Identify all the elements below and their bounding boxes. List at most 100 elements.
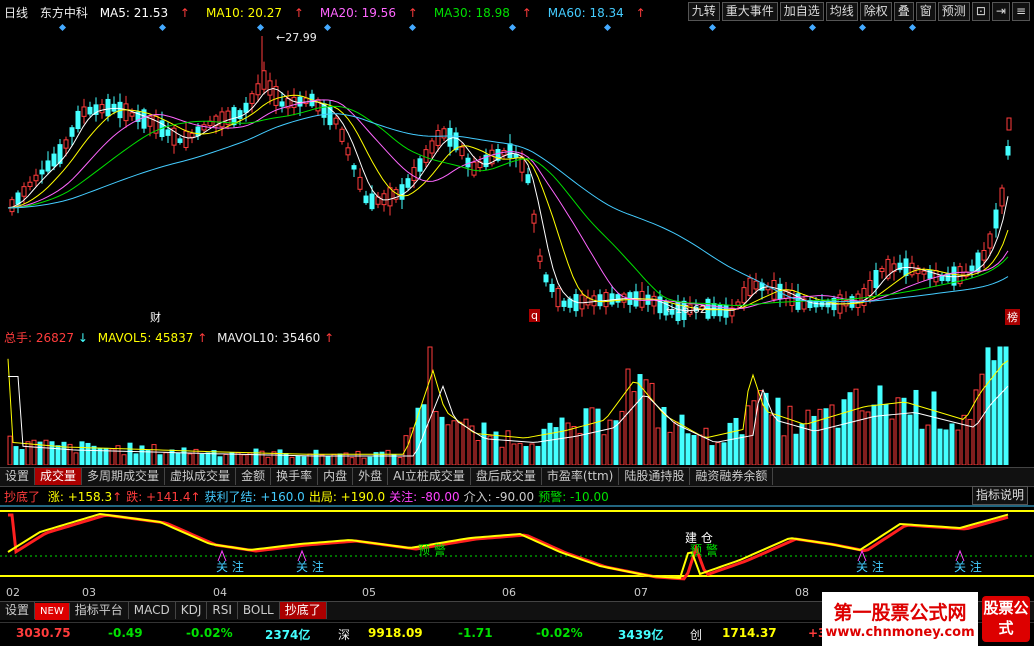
volume-tab[interactable]: 融资融券余额 — [690, 468, 774, 485]
volume-tab[interactable]: 金额 — [236, 468, 272, 485]
volume-bar — [787, 405, 793, 465]
volume-bar — [511, 443, 517, 465]
candle — [459, 146, 465, 157]
volume-bar — [151, 444, 157, 465]
volume-bar — [667, 431, 673, 465]
volume-tab[interactable]: 虚拟成交量 — [165, 468, 237, 485]
volume-bar — [601, 434, 607, 465]
indicator-tab[interactable]: 设置 — [0, 602, 36, 619]
candle — [75, 110, 81, 130]
event-diamond — [323, 23, 332, 32]
volume-tab[interactable]: 外盘 — [353, 468, 389, 485]
volume-bar — [793, 433, 799, 465]
indicator-tab[interactable]: RSI — [207, 602, 238, 619]
header-button[interactable]: 均线 — [825, 2, 858, 21]
header-button[interactable]: 重大事件 — [721, 2, 778, 21]
indicator-tab[interactable]: MACD — [129, 602, 176, 619]
volume-tab[interactable]: AI立桩成交量 — [388, 468, 471, 485]
exit-icon[interactable]: ⇥ — [991, 2, 1010, 21]
financial-marker[interactable]: 财 — [150, 309, 161, 325]
volume-tab[interactable]: 换手率 — [271, 468, 319, 485]
cy-index[interactable]: 1714.37 — [722, 626, 777, 640]
candle — [921, 270, 927, 275]
ma5-line — [7, 88, 1009, 312]
indicator-tab[interactable]: 抄底了 — [279, 602, 327, 619]
volume-bar — [871, 404, 877, 465]
watermark-badge: 股票公式 — [982, 596, 1030, 642]
volume-bar — [835, 427, 841, 465]
candle — [87, 106, 93, 115]
header-button[interactable]: 叠 — [893, 2, 914, 21]
volume-bar — [865, 411, 871, 465]
candle — [99, 104, 105, 114]
candlestick-chart[interactable] — [0, 22, 1034, 328]
window-icon[interactable]: ⊡ — [971, 2, 990, 21]
volume-bar — [121, 454, 127, 465]
volume-bar — [805, 409, 811, 465]
watermark-url: www.chnmoney.com — [825, 625, 975, 640]
volume-bar — [679, 414, 685, 465]
header-button[interactable]: 九转 — [687, 2, 720, 21]
ma-item: MA20: 19.56 ↑ — [319, 6, 418, 20]
volume-bar — [685, 433, 691, 465]
event-diamond — [858, 23, 867, 32]
volume-tab[interactable]: 盘后成交量 — [471, 468, 542, 485]
header-button[interactable]: 加自选 — [779, 2, 824, 21]
volume-bar — [895, 397, 901, 465]
volume-chart[interactable] — [0, 345, 1034, 465]
candle — [123, 103, 129, 122]
volume-bar — [7, 435, 13, 465]
ma-legend: 日线 东方中科 MA5: 21.53 ↑ MA10: 20.27 ↑ MA20: 1… — [4, 4, 670, 21]
total-volume: 总手: 26827 ↓ — [4, 331, 88, 345]
volume-bar — [943, 429, 949, 465]
indicator-tab[interactable]: 指标平台 — [70, 602, 129, 619]
volume-bar — [961, 414, 967, 465]
menu-icon[interactable]: ≡ — [1011, 2, 1030, 21]
focus-annotation: 关 注 — [296, 559, 324, 574]
candle — [201, 124, 207, 131]
header-button[interactable]: 预测 — [937, 2, 970, 21]
volume-tab[interactable]: 成交量 — [35, 468, 83, 485]
candle — [753, 280, 759, 290]
candle — [873, 270, 879, 288]
indicator-tab[interactable]: BOLL — [238, 602, 280, 619]
volume-bar — [919, 428, 925, 465]
indicator-tab[interactable]: KDJ — [176, 602, 208, 619]
list-marker[interactable]: 榜 — [1005, 309, 1020, 325]
candle — [69, 127, 75, 137]
volume-bar — [589, 407, 595, 465]
volume-bar — [127, 442, 133, 465]
volume-bar — [265, 456, 271, 465]
volume-tab[interactable]: 设置 — [0, 468, 36, 485]
candle — [129, 112, 135, 117]
volume-tab[interactable]: 内盘 — [318, 468, 354, 485]
ma-item: MA5: 21.53 ↑ — [99, 6, 190, 20]
volume-bar — [229, 452, 235, 465]
warning-annotation: 预 警 — [418, 542, 446, 557]
header-button[interactable]: 除权 — [859, 2, 892, 21]
sz-index[interactable]: 9918.09 — [368, 626, 423, 640]
candle — [399, 184, 405, 200]
q-marker[interactable]: q — [529, 309, 540, 322]
volume-bar — [703, 427, 709, 465]
x-axis-label: 03 — [82, 586, 96, 599]
sh-index[interactable]: 3030.75 — [16, 626, 71, 640]
indicator-tab[interactable]: NEW — [35, 603, 70, 620]
event-diamond — [408, 23, 417, 32]
candle — [165, 129, 171, 136]
volume-tab[interactable]: 市盈率(ttm) — [542, 468, 620, 485]
candle — [447, 127, 453, 147]
candle — [279, 101, 285, 107]
volume-bar — [175, 452, 181, 465]
volume-bar — [811, 415, 817, 465]
indicator-chart[interactable]: 关 注关 注关 注关 注预 警建 仓预 警 — [0, 502, 1034, 586]
header-button[interactable]: 窗 — [915, 2, 936, 21]
candle — [387, 187, 393, 207]
high-price-label: ←27.99 — [276, 31, 317, 44]
candle — [267, 80, 273, 96]
volume-bar — [217, 456, 223, 465]
ma-item: MA60: 18.34 ↑ — [547, 6, 646, 20]
volume-tab[interactable]: 多周期成交量 — [82, 468, 166, 485]
volume-tab[interactable]: 陆股通持股 — [619, 468, 691, 485]
volume-bar — [385, 449, 391, 465]
